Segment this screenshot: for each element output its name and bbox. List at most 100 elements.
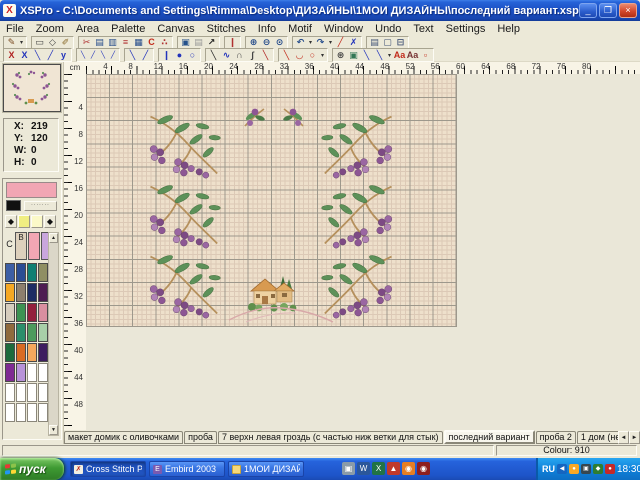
color-b-swatch[interactable]	[31, 215, 43, 228]
rotate-tool[interactable]: C	[145, 37, 158, 48]
palette-swatch[interactable]	[38, 403, 48, 422]
half-stitch-back-tool[interactable]: ╲	[31, 50, 44, 61]
dashed-select-tool[interactable]: ▫	[419, 50, 432, 61]
straight-line-alt-tool[interactable]: ╲	[373, 50, 386, 61]
palette-swatch[interactable]	[38, 383, 48, 402]
taskbar-opera-icon[interactable]: ◉	[417, 462, 430, 475]
palette-swatch[interactable]	[5, 403, 15, 422]
backstitch-zigzag-tool[interactable]: ∿	[220, 50, 233, 61]
design-tab[interactable]: последний вариант	[444, 430, 535, 444]
circle-stitch-tool[interactable]: ○	[306, 50, 319, 61]
palette-swatch[interactable]	[16, 363, 26, 382]
half-stitch-fwd-tool[interactable]: ╱	[44, 50, 57, 61]
palette-swatch[interactable]	[16, 403, 26, 422]
menu-text[interactable]: Text	[407, 23, 439, 35]
circle-stitch-tool-dropdown[interactable]: ▾	[319, 52, 326, 59]
quarter-stitch-1-tool[interactable]: ╲	[78, 50, 88, 61]
taskbar-app-red-icon[interactable]: ▲	[387, 462, 400, 475]
monitor-icon[interactable]: ▣	[179, 37, 192, 48]
accept-pen-tool[interactable]: ╱	[334, 37, 347, 48]
menu-stitches[interactable]: Stitches	[201, 23, 252, 35]
petite-stitch-tool[interactable]: y	[57, 50, 70, 61]
export-doc-button[interactable]: ⊟	[394, 37, 407, 48]
motif-cut-tool[interactable]: ✂	[80, 37, 93, 48]
taskbar-task[interactable]: ✗Cross Stitch Pro...	[70, 461, 146, 477]
palette-swatch[interactable]	[16, 303, 26, 322]
menu-motif[interactable]: Motif	[282, 23, 318, 35]
design-tab[interactable]: 7 верхн левая гроздь (с частью ниж ветки…	[218, 431, 443, 444]
palette-swatch[interactable]	[27, 263, 37, 282]
palette-swatch[interactable]	[5, 383, 15, 402]
taskbar-excel-icon[interactable]: X	[372, 462, 385, 475]
motif-copy-tool[interactable]: ▤	[93, 37, 106, 48]
zoom-actual-button[interactable]: ⊙	[273, 37, 286, 48]
text-tool-red[interactable]: Aa	[393, 50, 406, 61]
quarter-stitch-2-tool[interactable]: ╱	[88, 50, 98, 61]
straight-line-alt-tool-dropdown[interactable]: ▾	[386, 52, 393, 59]
menu-area[interactable]: Area	[70, 23, 105, 35]
full-cross-alt-tool[interactable]: X	[18, 50, 31, 61]
language-indicator[interactable]: RU	[542, 464, 555, 474]
redo-button-dropdown[interactable]: ▾	[327, 39, 334, 46]
rect-select-tool[interactable]: ▭	[33, 37, 46, 48]
image-tool[interactable]: ▣	[347, 50, 360, 61]
backstitch-bezier-tool[interactable]: ∫	[246, 50, 259, 61]
palette-scroll-down-button[interactable]: ▼	[49, 425, 58, 435]
longstitch-tool[interactable]: ╲	[280, 50, 293, 61]
close-button[interactable]: ×	[619, 3, 637, 18]
backstitch-curve-tool[interactable]: ∩	[233, 50, 246, 61]
palette-swatch[interactable]	[27, 323, 37, 342]
palette-swatch[interactable]	[16, 323, 26, 342]
ink-color-swatch[interactable]	[6, 200, 21, 211]
palette-swatch[interactable]	[38, 283, 48, 302]
palette-swatch[interactable]	[16, 263, 26, 282]
tray-alert-icon[interactable]: ●	[605, 464, 615, 474]
french-knot-bar-tool[interactable]: ❙	[160, 50, 173, 61]
taskbar-task[interactable]: 1МОИ ДИЗАЙНЫ	[228, 461, 304, 477]
tab-scroll-left-button[interactable]: ◄	[618, 431, 629, 444]
palette-swatch[interactable]	[38, 303, 48, 322]
palette-swatch[interactable]	[27, 383, 37, 402]
design-canvas[interactable]	[86, 74, 640, 430]
tray-shield-icon[interactable]: ◆	[593, 464, 603, 474]
undo-button[interactable]: ↶	[294, 37, 307, 48]
menu-window[interactable]: Window	[318, 23, 369, 35]
lasso-select-tool[interactable]: ◇	[46, 37, 59, 48]
palette-swatch[interactable]	[5, 363, 15, 382]
tray-status-icon[interactable]: ●	[569, 464, 579, 474]
quarter-stitch-3-tool[interactable]: ╲	[98, 50, 108, 61]
palette-swatch[interactable]	[16, 283, 26, 302]
french-knot-open-tool[interactable]: ○	[186, 50, 199, 61]
taskbar-word-icon[interactable]: W	[357, 462, 370, 475]
new-doc-button[interactable]: ▢	[381, 37, 394, 48]
menu-help[interactable]: Help	[491, 23, 526, 35]
zoom-out-button[interactable]: ⊖	[260, 37, 273, 48]
palette-options-button[interactable]: ·······	[24, 201, 57, 211]
undo-button-dropdown[interactable]: ▾	[307, 39, 314, 46]
backstitch-color-tool[interactable]: ╲	[259, 50, 272, 61]
palette-swatch[interactable]	[5, 303, 15, 322]
print-icon[interactable]: ▤	[192, 37, 205, 48]
tray-app-icon[interactable]: ▣	[581, 464, 591, 474]
special-knot-tool[interactable]: ⊛	[334, 50, 347, 61]
motif-arrange-tool[interactable]: ≡	[119, 37, 132, 48]
palette-swatch[interactable]	[38, 263, 48, 282]
palette-column-swatch[interactable]	[28, 232, 40, 260]
taskbar-monitor-icon[interactable]: ▣	[342, 462, 355, 475]
redo-button[interactable]: ↷	[314, 37, 327, 48]
maximize-button[interactable]: ❐	[599, 3, 617, 18]
copy-doc-button[interactable]: ▤	[368, 37, 381, 48]
french-knot-filled-tool[interactable]: ●	[173, 50, 186, 61]
quarter-stitch-4-tool[interactable]: ╱	[108, 50, 118, 61]
palette-swatch[interactable]	[27, 343, 37, 362]
palette-swatch[interactable]	[27, 363, 37, 382]
palette-swatch[interactable]	[27, 403, 37, 422]
menu-file[interactable]: File	[0, 23, 30, 35]
palette-scroll-up-button[interactable]: ▲	[49, 233, 58, 243]
straight-line-tool[interactable]: ╲	[360, 50, 373, 61]
pointer-arrow-icon[interactable]: ↗	[205, 37, 218, 48]
pencil-tool[interactable]: ✎	[5, 37, 18, 48]
palette-swatch[interactable]	[5, 323, 15, 342]
palette-swatch[interactable]	[16, 383, 26, 402]
palette-swatch[interactable]	[38, 343, 48, 362]
